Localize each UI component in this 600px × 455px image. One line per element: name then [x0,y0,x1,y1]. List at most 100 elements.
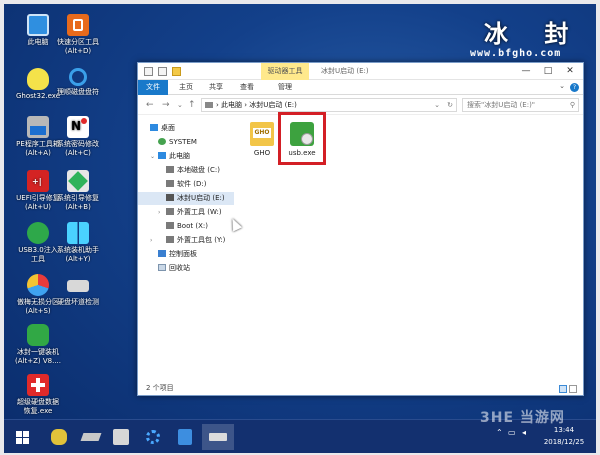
boot-repair-icon [67,170,89,192]
forward-button[interactable]: → [162,99,170,111]
refresh-icon[interactable]: ↻ [447,99,453,111]
taskbar-app-disk[interactable] [78,424,104,450]
tray-network-icon[interactable]: ▭ [508,428,516,437]
desktop-icon-bad-sector-check[interactable]: 硬盘坏道检测 [48,274,108,307]
details-view-icon[interactable] [559,385,567,393]
navigation-pane[interactable]: 桌面 SYSTEM ⌄ 此电脑 本地磁盘 (C:) 软件 (D:) 冰封U启动 (… [138,116,234,378]
title-bar[interactable]: 驱动器工具 冰封U启动 (E:) — □ ✕ [138,63,583,80]
context-tab-drive-tools[interactable]: 驱动器工具 [261,63,309,80]
close-button[interactable]: ✕ [559,63,581,80]
tab-share[interactable]: 共享 [202,80,230,95]
brand-title: 冰 封 [484,19,583,48]
windows-logo-icon [67,222,89,244]
toolbox-icon [27,116,49,138]
up-button[interactable]: ↑ [188,99,196,111]
drive-icon [166,166,174,173]
tab-file[interactable]: 文件 [138,80,168,95]
minimize-button[interactable]: — [515,63,537,80]
desktop-icon-partition-tool[interactable]: 快速分区工具 (Alt+D) [48,14,108,56]
nav-item-drive-y[interactable]: › 外置工具包 (Y:) [138,234,234,247]
desktop-icon-boot-repair[interactable]: 系统引导修复 (Alt+B) [48,170,108,212]
window-title: 冰封U启动 (E:) [321,67,369,75]
partition-tool-icon [67,14,89,36]
tray-volume-icon[interactable]: ◂ [522,428,526,437]
nav-item-drive-d[interactable]: 软件 (D:) [138,178,234,191]
window-menu-icon[interactable] [144,67,153,76]
desktop-icon-shortcut: (Alt+Y) [65,255,91,263]
drive-icon [205,102,213,108]
recycle-bin-icon [158,264,166,271]
desktop-icon-label: 系统装机助手 [57,246,99,254]
usb-icon [27,222,49,244]
nav-item-desktop[interactable]: 桌面 [138,122,234,135]
desktop-icon-drive-letters[interactable]: 理顺磁盘盘符 [48,68,108,97]
ribbon-tabs: 文件 主页 共享 查看 管理 ⌄ ? [138,80,583,95]
start-button[interactable] [10,424,36,450]
back-button[interactable]: ← [146,99,154,111]
folder-icon: GHO [250,122,274,146]
desktop-icon-one-key-install[interactable]: 冰封一键装机 (Alt+Z) V8.... [8,324,68,366]
tray-chevron-icon[interactable]: ⌃ [496,428,503,437]
tab-home[interactable]: 主页 [172,80,200,95]
nav-item-drive-e[interactable]: 冰封U启动 (E:) [138,192,234,205]
address-input[interactable]: › 此电脑 › 冰封U启动 (E:) ⌄ ↻ [201,98,457,112]
usb-drive-icon [166,194,174,201]
install-icon [27,324,49,346]
expand-icon[interactable]: › [150,234,158,247]
address-bar-row: ← → ⌄ ↑ › 此电脑 › 冰封U启动 (E:) ⌄ ↻ 搜索"冰封U启动 … [138,95,583,115]
nav-item-control-panel[interactable]: 控制面板 [138,248,234,261]
desktop-icon-install-assistant[interactable]: 系统装机助手 (Alt+Y) [48,222,108,264]
nav-item-drive-c[interactable]: 本地磁盘 (C:) [138,164,234,177]
taskbar-app-explorer[interactable] [202,424,234,450]
tab-view[interactable]: 查看 [233,80,261,95]
recent-locations-button[interactable]: ⌄ [177,99,183,111]
taskbar-app-settings[interactable] [140,424,166,450]
taskbar-app-ghost[interactable] [46,424,72,450]
nav-item-drive-x[interactable]: Boot (X:) [138,220,234,233]
nav-item-recycle-bin[interactable]: 回收站 [138,262,234,275]
desktop-icon-shortcut: 恢复.exe [23,407,53,415]
new-folder-icon[interactable] [172,67,181,76]
maximize-button[interactable]: □ [537,63,559,80]
taskbar-app-network[interactable] [172,424,198,450]
view-switcher [557,384,577,393]
status-bar: 2 个项目 [138,381,583,396]
file-name: GHO [253,149,271,157]
desktop: 此电脑 快速分区工具 (Alt+D) Ghost32.exe 理顺磁盘盘符 PE… [0,0,600,455]
file-item-gho-folder[interactable]: GHO GHO [246,122,278,157]
properties-icon[interactable] [158,67,167,76]
desktop-icon-label: 系统引导修复 [57,194,99,202]
control-panel-icon [158,250,166,257]
nav-item-system[interactable]: SYSTEM [138,136,234,149]
refresh-arrows-icon [69,68,87,86]
system-clock[interactable]: 13:44 2018/12/25 [538,424,590,448]
large-icons-view-icon[interactable] [569,385,577,393]
drive-icon [166,180,174,187]
ribbon-expand-icon[interactable]: ⌄ [559,82,565,90]
network-app-icon [178,429,192,445]
drive-icon [166,222,174,229]
nav-item-drive-w[interactable]: › 外置工具 (W:) [138,206,234,219]
desktop-icon-password-reset[interactable]: N 系统密码修改 (Alt+C) [48,116,108,158]
help-icon[interactable]: ? [570,83,579,92]
ghost-icon [27,68,49,90]
brand-url: www.bfgho.com [470,48,562,59]
address-dropdown-icon[interactable]: ⌄ [434,99,440,111]
tools-app-icon [113,429,129,445]
clock-date: 2018/12/25 [543,438,585,446]
expand-icon[interactable]: › [158,206,166,219]
taskbar-app-tools[interactable] [108,424,134,450]
explorer-window[interactable]: 驱动器工具 冰封U启动 (E:) — □ ✕ 文件 主页 共享 查看 管理 ⌄ … [137,62,584,396]
nav-item-this-pc[interactable]: ⌄ 此电脑 [138,150,234,163]
gear-icon [146,430,160,444]
desktop-icon-shortcut: (Alt+Z) V8.... [15,357,61,365]
search-input[interactable]: 搜索"冰封U启动 (E:)" ⚲ [462,98,579,112]
desktop-icon-data-recovery[interactable]: 超级硬盘数据 恢复.exe [8,374,68,416]
collapse-icon[interactable]: ⌄ [150,150,158,163]
medical-cross-icon [27,374,49,396]
computer-icon [158,152,166,159]
item-count: 2 个项目 [146,384,174,392]
tab-manage[interactable]: 管理 [270,80,300,95]
desktop-folder-icon [150,124,158,131]
breadcrumb[interactable]: › 此电脑 › 冰封U启动 (E:) [216,99,297,111]
